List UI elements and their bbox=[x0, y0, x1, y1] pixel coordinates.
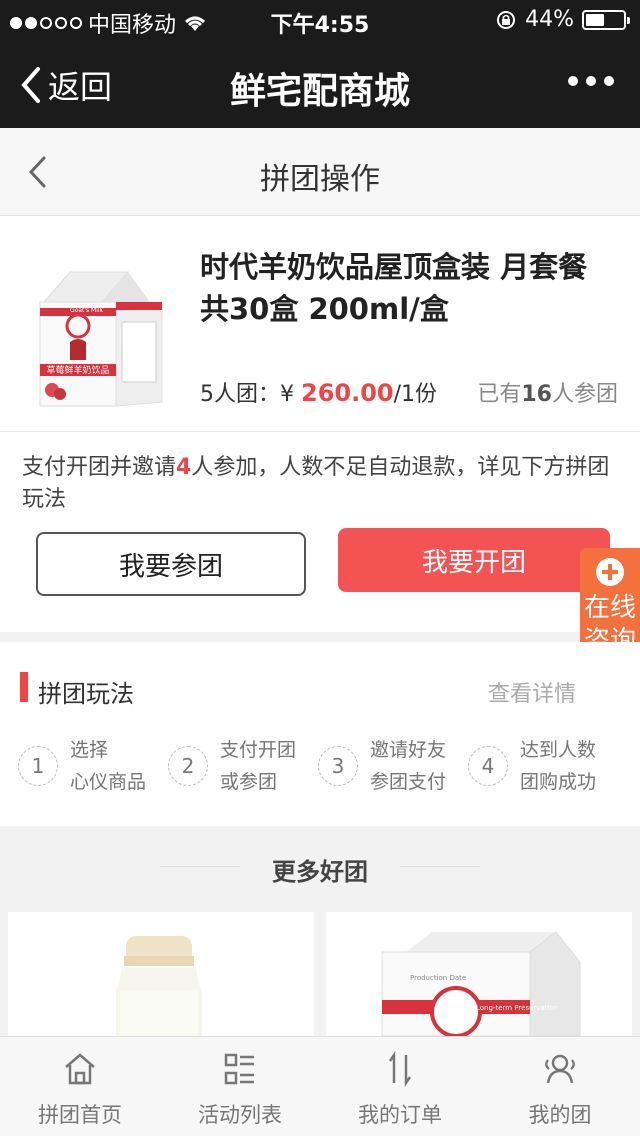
rule-step: 1 选择 心仪商品 bbox=[18, 734, 168, 798]
tab-label: 活动列表 bbox=[198, 1103, 282, 1127]
step-label: 支付开团 或参团 bbox=[220, 739, 297, 793]
page-header: 拼团操作 bbox=[0, 128, 640, 216]
rule-step: 4 达到人数 团购成功 bbox=[468, 734, 618, 798]
group-users-icon bbox=[545, 1054, 575, 1084]
battery-icon bbox=[582, 9, 630, 30]
price-line: 5人团：¥ 260.00/1份 bbox=[200, 376, 437, 408]
group-notice: 支付开团并邀请4人参加，人数不足自动退款，详见下方拼团玩法 bbox=[22, 452, 622, 516]
rules-title: 拼团玩法 bbox=[38, 680, 134, 708]
status-right: 44% bbox=[495, 7, 630, 32]
joined-count-text: 已有16人参团 bbox=[477, 376, 618, 408]
currency-symbol: ¥ bbox=[280, 382, 294, 407]
step-label: 达到人数 团购成功 bbox=[520, 739, 597, 793]
more-dots-icon bbox=[568, 76, 578, 86]
wechat-nav-bar: 返回 鲜宅配商城 bbox=[0, 40, 640, 128]
milk-bottle-image bbox=[116, 936, 202, 1036]
tab-label: 我的订单 bbox=[358, 1103, 442, 1127]
status-bar: 中国移动 下午4:55 44% bbox=[0, 0, 640, 40]
plus-icon bbox=[596, 558, 624, 586]
group-rules-section: 拼团玩法 查看详情 1 选择 心仪商品 2 支付开团 或参团 3 邀请好友 参团支付 … bbox=[0, 642, 640, 826]
notice-part1: 支付开团并邀请 bbox=[22, 455, 177, 480]
milk-carton-image: Long-term Preservation Production Date bbox=[381, 931, 581, 1036]
rule-step: 2 支付开团 或参团 bbox=[168, 734, 318, 798]
page-title: 拼团操作 bbox=[260, 162, 380, 197]
joined-prefix: 已有 bbox=[477, 382, 522, 407]
more-groups-title: 更多好团 bbox=[272, 858, 368, 886]
tab-label: 我的团 bbox=[528, 1103, 592, 1127]
group-actions: 支付开团并邀请4人参加，人数不足自动退款，详见下方拼团玩法 我要参团 我要开团 bbox=[0, 432, 640, 632]
rules-steps: 1 选择 心仪商品 2 支付开团 或参团 3 邀请好友 参团支付 4 达到人数 团购成功 bbox=[18, 734, 638, 798]
product-card-milk-carton[interactable]: Long-term Preservation Production Date bbox=[326, 912, 632, 1036]
product-name: 时代羊奶饮品屋顶盒装 月套餐 共30盒 200ml/盒 bbox=[200, 250, 588, 326]
package-front-text: 草莓鲜羊奶饮品 bbox=[46, 364, 109, 376]
group-price: 260.00 bbox=[301, 379, 394, 407]
step-number: 4 bbox=[468, 746, 508, 786]
step-number: 3 bbox=[318, 746, 358, 786]
list-icon bbox=[224, 1053, 254, 1085]
product-image: 草莓鲜羊奶饮品 Goat's Milk bbox=[39, 271, 163, 407]
more-groups-section: 更多好团 Long-term Preservation Production D… bbox=[0, 826, 640, 1036]
view-details-link[interactable]: 查看详情 bbox=[488, 676, 576, 708]
product-card: 草莓鲜羊奶饮品 Goat's Milk 时代羊奶饮品屋顶盒装 月套餐 共30盒 … bbox=[0, 216, 640, 432]
invite-count: 4 bbox=[176, 455, 192, 480]
product-card-milk-bottle[interactable] bbox=[8, 912, 314, 1036]
tab-my-groups[interactable]: 我的团 bbox=[480, 1037, 640, 1136]
step-label: 邀请好友 参团支付 bbox=[370, 739, 447, 793]
home-icon bbox=[65, 1053, 95, 1085]
sort-arrows-icon bbox=[388, 1051, 412, 1087]
rotation-lock-icon bbox=[497, 10, 516, 29]
carton-stripe-text: Long-term Preservation bbox=[476, 1004, 558, 1012]
step-number: 1 bbox=[18, 746, 58, 786]
battery-percent: 44% bbox=[525, 7, 574, 32]
price-unit: /1份 bbox=[393, 382, 438, 407]
section-marker bbox=[20, 672, 28, 702]
start-group-button[interactable]: 我要开团 bbox=[338, 528, 610, 592]
divider-line bbox=[400, 866, 480, 867]
app-title: 鲜宅配商城 bbox=[229, 71, 410, 112]
step-label: 选择 心仪商品 bbox=[70, 739, 147, 793]
tab-my-orders[interactable]: 我的订单 bbox=[320, 1037, 480, 1136]
group-size: 5人团： bbox=[200, 382, 280, 407]
package-brand: Goat's Milk bbox=[70, 307, 104, 314]
join-group-button[interactable]: 我要参团 bbox=[36, 532, 306, 596]
step-number: 2 bbox=[168, 746, 208, 786]
tab-label: 拼团首页 bbox=[38, 1103, 122, 1127]
carton-date-caption: Production Date bbox=[410, 974, 466, 982]
joined-count: 16 bbox=[521, 382, 552, 407]
tab-group-home[interactable]: 拼团首页 bbox=[0, 1037, 160, 1136]
more-menu-button[interactable] bbox=[568, 76, 614, 86]
joined-suffix: 人参团 bbox=[551, 382, 618, 407]
rule-step: 3 邀请好友 参团支付 bbox=[318, 734, 468, 798]
tab-activity-list[interactable]: 活动列表 bbox=[160, 1037, 320, 1136]
bottom-tab-bar: 拼团首页 活动列表 我的订单 我的团 bbox=[0, 1036, 640, 1136]
